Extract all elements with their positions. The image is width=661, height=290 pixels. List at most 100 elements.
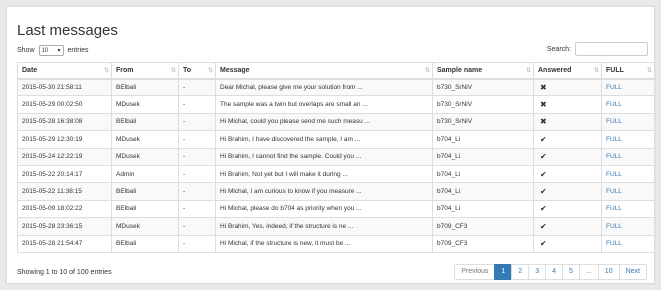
column-header-label: FULL [606,66,624,74]
cell-message: Hi Brahim, I cannot find the sample. Cou… [215,147,433,166]
cell-to: - [178,164,216,184]
check-icon: ✔ [533,217,602,236]
check-icon: ✔ [533,147,602,166]
full-link[interactable]: FULL [601,147,655,166]
cell-sample: b730_SrNiV [432,112,534,132]
column-header-to[interactable]: To ⇅ [178,62,216,80]
full-link[interactable]: FULL [601,164,655,184]
sort-both-icon: ⇅ [646,68,652,74]
cell-date: 2015-05-29 00:02:50 [17,95,112,114]
pagination-ellipsis: ... [578,264,599,280]
cell-from: BElbali [111,112,179,132]
cell-date: 2015-05-28 23:36:15 [17,217,112,236]
full-link[interactable]: FULL [601,217,655,236]
sort-both-icon: ⇅ [424,68,430,74]
page-title: Last messages [17,22,118,39]
sort-both-icon: ⇅ [593,68,599,74]
cell-from: MDusek [111,147,179,166]
search-input[interactable] [575,42,648,56]
cell-sample: b704_Li [432,164,534,184]
full-link[interactable]: FULL [601,77,655,97]
cell-message: Dear Michal, please give me your solutio… [215,77,433,97]
full-link[interactable]: FULL [601,130,655,149]
column-header-label: Sample name [437,66,483,74]
cell-to: - [178,182,216,201]
cell-sample: b730_SrNiV [432,95,534,114]
full-link[interactable]: FULL [601,182,655,201]
cell-date: 2015-05-29 12:30:19 [17,130,112,149]
table-row: 2015-05-22 20:14:17 Admin - Hi Brahim, Not … [17,164,655,184]
cell-message: Hi Brahim, Yes, indeed, if the structure… [215,217,433,236]
table-info: Showing 1 to 10 of 100 entries [17,269,112,276]
cell-message: The sample was a twin but overlaps are s… [215,95,433,114]
cell-to: - [178,217,216,236]
cell-message: Hi Brahim, Not yet but I will make it du… [215,164,433,184]
page-button-3[interactable]: 3 [528,264,547,280]
column-header-answered[interactable]: Answered ⇅ [533,62,602,80]
page-button-10[interactable]: 10 [597,264,620,280]
column-header-date[interactable]: Date ⇅ [17,62,112,80]
cell-to: - [178,234,216,253]
cell-sample: b704_Li [432,182,534,201]
entries-label: entries [67,47,89,54]
check-icon: ✔ [533,182,602,201]
cell-from: MDusek [111,95,179,114]
search-control: Search: [547,42,648,56]
previous-page-button[interactable]: Previous [454,264,496,280]
show-label: Show [17,47,35,54]
table-row: 2015-05-22 11:38:15 BElbali - Hi Michal, I … [17,182,655,201]
full-link[interactable]: FULL [601,112,655,132]
cell-to: - [178,199,216,219]
entries-select-value: 10 [41,47,49,54]
pagination: Previous 1 2 3 4 5... 10 Next [454,264,647,280]
cell-sample: b730_SrNiV [432,77,534,97]
cell-to: - [178,130,216,149]
page-button-5[interactable]: 5 [562,264,580,280]
chevron-down-icon: ▾ [57,48,61,54]
check-icon: ✔ [533,199,602,219]
column-header-sample-name[interactable]: Sample name ⇅ [432,62,534,80]
column-header-message[interactable]: Message ⇅ [215,62,433,80]
column-header-from[interactable]: From ⇅ [111,62,179,80]
cell-message: Hi Michal, if the structure is new, it m… [215,234,433,253]
check-icon: ✔ [533,234,602,253]
table-row: 2015-05-28 21:54:47 BElbali - Hi Michal, if… [17,234,655,253]
messages-table: Date ⇅ From ⇅ To ⇅ Message ⇅ Sample name ⇅ Answere… [17,62,655,253]
cell-date: 2015-05-22 11:38:15 [17,182,112,201]
cell-from: MDusek [111,217,179,236]
table-row: 2015-05-28 23:36:15 MDusek - Hi Brahim, Yes… [17,217,655,236]
page-button-2[interactable]: 2 [511,264,530,280]
cell-sample: b704_Li [432,199,534,219]
cell-from: Admin [111,164,179,184]
cell-date: 2015-05-28 16:38:08 [17,112,112,132]
full-link[interactable]: FULL [601,199,655,219]
sort-both-icon: ⇅ [103,68,109,74]
cell-message: Hi Brahim, I have discovered the sample,… [215,130,433,149]
full-link[interactable]: FULL [601,95,655,114]
page-button-1[interactable]: 1 [494,264,513,280]
table-row: 2015-05-28 16:38:08 BElbali - Hi Michal, co… [17,112,655,132]
cell-sample: b704_Li [432,147,534,166]
cross-icon: ✖ [533,112,602,132]
cell-from: MDusek [111,130,179,149]
column-header-label: To [183,66,192,74]
cell-to: - [178,112,216,132]
cell-date: 2015-05-30 21:58:11 [17,77,112,97]
next-page-button[interactable]: Next [618,264,647,280]
cell-to: - [178,77,216,97]
cell-to: - [178,95,216,114]
sort-both-icon: ⇅ [207,68,213,74]
cell-from: BElbali [111,199,179,219]
full-link[interactable]: FULL [601,234,655,253]
cell-sample: b709_CF3 [432,234,534,253]
table-header-row: Date ⇅ From ⇅ To ⇅ Message ⇅ Sample name ⇅ Answere… [17,62,655,80]
table-row: 2015-05-29 00:02:50 MDusek - The sample was… [17,95,655,114]
page-button-4[interactable]: 4 [545,264,564,280]
entries-select[interactable]: 10 ▾ [38,45,64,56]
cell-date: 2015-05-28 21:54:47 [17,234,112,253]
cell-sample: b709_CF3 [432,217,534,236]
cell-from: BElbali [111,77,179,97]
table-row: 2015-05-30 21:58:11 BElbali - Dear Michal, … [17,77,655,97]
column-header-full[interactable]: FULL ⇅ [601,62,655,80]
sort-both-icon: ⇅ [525,68,531,74]
